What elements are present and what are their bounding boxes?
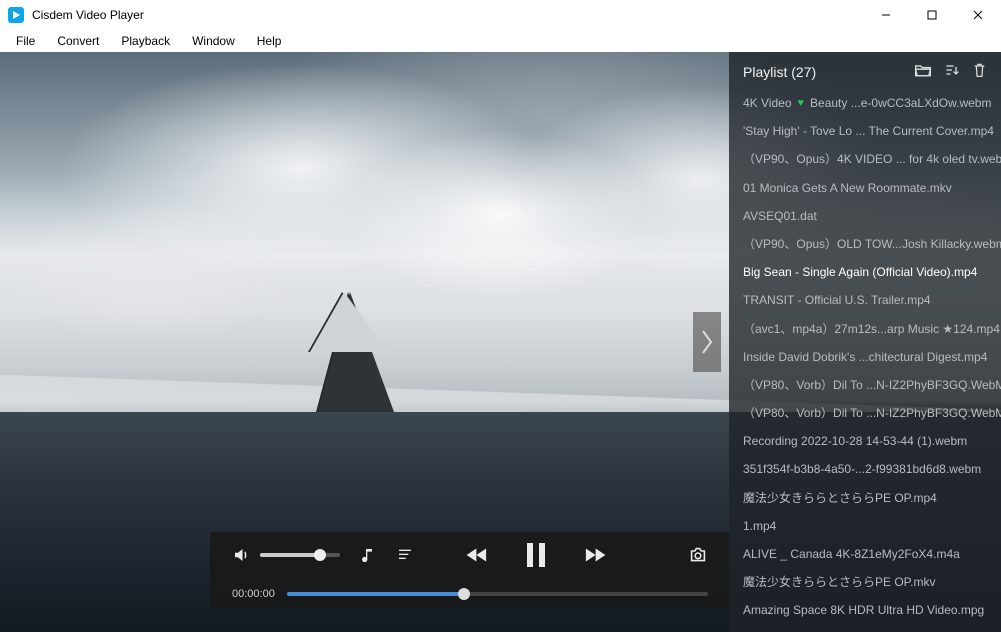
playlist-item[interactable]: 'Stay High' - Tove Lo ... The Current Co… [729,117,1001,145]
menu-window[interactable]: Window [182,32,245,50]
playlist-item[interactable]: （VP80、Vorb）Dil To ...N-IZ2PhyBF3GQ.WebM [729,371,1001,399]
playlist-item[interactable]: 魔法少女きららとさららPE OP.mp4 [729,484,1001,512]
trash-icon[interactable] [972,62,987,81]
audio-track-icon[interactable] [360,547,376,563]
volume-cluster [232,546,340,564]
playlist-panel: Playlist (27) 4K Video ♥ Beauty ...e-0wC… [729,52,1001,632]
pause-button[interactable] [525,542,547,568]
playback-controls: 00:00:00 [210,532,730,608]
playlist-header: Playlist (27) [729,52,1001,89]
heart-icon: ♥ [798,96,805,111]
playlist-item[interactable]: Big Sean - Single Again (Official Video)… [729,258,1001,286]
app-icon [8,7,24,23]
playlist-item[interactable]: 魔法少女きららとさららPE OP.mkv [729,568,1001,596]
title-bar: Cisdem Video Player [0,0,1001,30]
forward-button[interactable] [581,545,607,565]
playlist-item[interactable]: 351f354f-b3b8-4a50-...2-f99381bd6d8.webm [729,455,1001,483]
playlist-item[interactable]: （VP90、Opus）4K VIDEO ... for 4k oled tv.w… [729,145,1001,173]
video-viewport[interactable]: 00:00:00 Playlist (27) 4K Video ♥ Beauty… [0,52,1001,632]
playlist-item[interactable]: TRANSIT - Official U.S. Trailer.mp4 [729,286,1001,314]
playlist-item[interactable]: （VP90、Opus）OLD TOW...Josh Killacky.webm [729,230,1001,258]
playlist-item[interactable]: 1.mp4 [729,512,1001,540]
close-button[interactable] [955,0,1001,30]
playlist-item[interactable]: Amazing Space 8K HDR Ultra HD Video.mpg [729,596,1001,624]
playlist-title: Playlist (27) [743,64,816,80]
minimize-button[interactable] [863,0,909,30]
playlist-toggle-icon[interactable] [396,547,414,563]
snapshot-button[interactable] [688,547,708,563]
window-buttons [863,0,1001,30]
time-current: 00:00:00 [232,588,275,600]
playlist-item[interactable]: Inside David Dobrik's ...chitectural Dig… [729,343,1001,371]
seek-bar[interactable] [287,592,708,596]
menu-convert[interactable]: Convert [47,32,109,50]
playlist-item[interactable]: ALIVE _ Canada 4K-8Z1eMy2FoX4.m4a [729,540,1001,568]
volume-icon[interactable] [232,546,250,564]
playlist-item[interactable]: 4K Video ♥ Beauty ...e-0wCC3aLXdOw.webm [729,89,1001,117]
menu-playback[interactable]: Playback [111,32,180,50]
menu-help[interactable]: Help [247,32,292,50]
playlist-item[interactable]: Recording 2022-10-28 14-53-44 (1).webm [729,427,1001,455]
transport-buttons [465,542,607,568]
playlist-item[interactable]: AVSEQ01.dat [729,202,1001,230]
playlist-item[interactable]: （VP80、Vorb）Dil To ...N-IZ2PhyBF3GQ.WebM [729,399,1001,427]
sort-icon[interactable] [944,62,960,81]
menu-file[interactable]: File [6,32,45,50]
volume-slider[interactable] [260,553,340,557]
playlist-item[interactable]: （avc1、mp4a）27m12s...arp Music ★124.mp4 [729,315,1001,343]
playlist-item[interactable]: ALIVE _ Canada 4K-8Z1eMy2FoX4.webm [729,625,1001,632]
playlist-item[interactable]: 01 Monica Gets A New Roommate.mkv [729,174,1001,202]
maximize-button[interactable] [909,0,955,30]
rewind-button[interactable] [465,545,491,565]
menu-bar: File Convert Playback Window Help [0,30,1001,52]
open-folder-icon[interactable] [914,62,932,81]
window-title: Cisdem Video Player [32,8,144,22]
playlist-list[interactable]: 4K Video ♥ Beauty ...e-0wCC3aLXdOw.webm'… [729,89,1001,632]
next-video-button[interactable] [693,312,721,372]
